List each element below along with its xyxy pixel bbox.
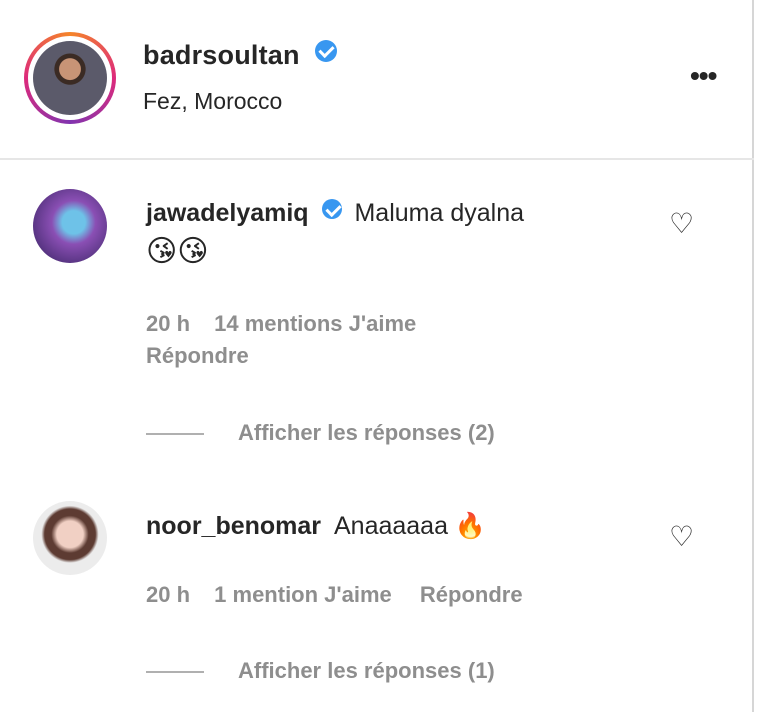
verified-badge-icon <box>315 40 338 62</box>
verified-badge-icon <box>321 199 342 219</box>
comment-likes[interactable]: 1 mention J'aime <box>214 582 392 607</box>
profile-avatar[interactable] <box>24 32 116 124</box>
replies-divider <box>146 671 204 674</box>
username-text[interactable]: badrsoultan <box>143 40 300 70</box>
comment-text: Anaaaaaa 🔥 <box>333 512 487 540</box>
comment-meta: 20 h 1 mention J'aime Répondre <box>146 582 523 608</box>
comment-username[interactable]: jawadelyamiq <box>146 199 309 227</box>
comment-body: jawadelyamiq Maluma dyalna <box>146 197 524 229</box>
more-options-icon[interactable]: ••• <box>690 60 717 92</box>
comment-likes[interactable]: 14 mentions J'aime <box>214 311 416 336</box>
comment-time[interactable]: 20 h <box>146 311 190 336</box>
like-heart-icon[interactable]: ♡ <box>669 520 694 553</box>
replies-divider <box>146 433 204 436</box>
reply-button[interactable]: Répondre <box>420 582 523 607</box>
comment-text: Maluma dyalna <box>354 199 525 227</box>
comment-body: noor_benomar Anaaaaaa 🔥 <box>146 510 486 542</box>
view-replies[interactable]: Afficher les réponses (2) <box>146 420 495 446</box>
comment-meta: 20 h 14 mentions J'aime <box>146 311 416 337</box>
view-replies[interactable]: Afficher les réponses (1) <box>146 658 495 684</box>
post-header: badrsoultan Fez, Morocco ••• <box>0 0 754 160</box>
comment-avatar[interactable] <box>33 501 107 575</box>
comment-avatar[interactable] <box>33 189 107 263</box>
like-heart-icon[interactable]: ♡ <box>669 207 694 240</box>
view-replies-label[interactable]: Afficher les réponses (2) <box>238 420 495 445</box>
post-username[interactable]: badrsoultan <box>143 40 338 71</box>
comment-emojis: 😘😘 <box>146 234 209 269</box>
reply-button[interactable]: Répondre <box>146 343 249 369</box>
avatar-ring-gap <box>28 36 112 120</box>
comment-username[interactable]: noor_benomar <box>146 512 321 540</box>
comment-time[interactable]: 20 h <box>146 582 190 607</box>
avatar-photo <box>33 41 107 115</box>
post-location[interactable]: Fez, Morocco <box>143 88 282 115</box>
view-replies-label[interactable]: Afficher les réponses (1) <box>238 658 495 683</box>
